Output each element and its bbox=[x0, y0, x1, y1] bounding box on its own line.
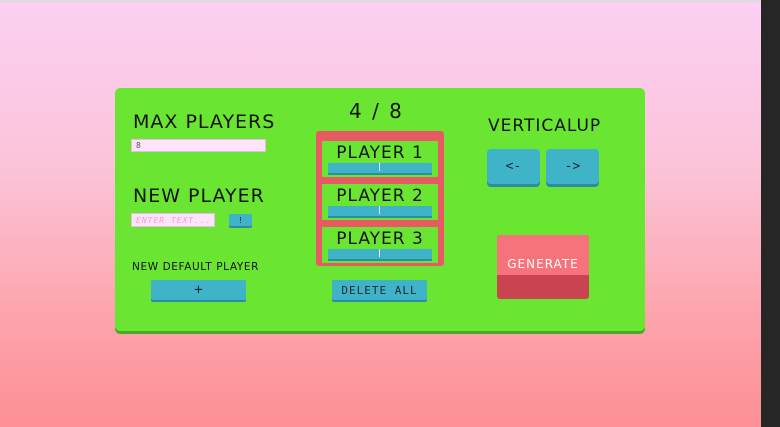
player-edit-bar[interactable] bbox=[328, 206, 432, 216]
max-players-input[interactable] bbox=[131, 139, 266, 152]
player-edit-bar[interactable] bbox=[328, 163, 432, 173]
player-edit-bar[interactable] bbox=[328, 249, 432, 259]
player-count: 4 / 8 bbox=[349, 99, 404, 123]
generate-button-label: GENERATE bbox=[507, 257, 579, 271]
new-player-label: NEW PLAYER bbox=[133, 185, 265, 207]
add-default-player-button[interactable]: + bbox=[151, 280, 246, 300]
player-list-item[interactable]: PLAYER 3 bbox=[322, 227, 438, 263]
previous-layout-button[interactable]: <- bbox=[487, 149, 540, 184]
player-name: PLAYER 2 bbox=[336, 186, 424, 206]
player-list-item[interactable]: PLAYER 2 bbox=[322, 184, 438, 220]
player-name: PLAYER 3 bbox=[336, 229, 424, 249]
max-players-label: MAX PLAYERS bbox=[133, 111, 276, 133]
window-right-edge bbox=[761, 0, 780, 427]
delete-all-button[interactable]: DELETE ALL bbox=[332, 280, 427, 300]
player-list: PLAYER 1 PLAYER 2 PLAYER 3 bbox=[316, 131, 444, 266]
add-named-player-button[interactable]: ! bbox=[229, 214, 252, 226]
generate-button[interactable]: GENERATE bbox=[497, 235, 589, 299]
next-layout-button[interactable]: -> bbox=[546, 149, 599, 184]
window-top-edge bbox=[0, 0, 761, 2]
layout-mode-label: VERTICALUP bbox=[488, 116, 602, 136]
new-default-player-label: NEW DEFAULT PLAYER bbox=[132, 261, 259, 273]
player-name: PLAYER 1 bbox=[336, 143, 424, 163]
player-list-item[interactable]: PLAYER 1 bbox=[322, 141, 438, 177]
new-player-name-input[interactable] bbox=[131, 213, 215, 227]
